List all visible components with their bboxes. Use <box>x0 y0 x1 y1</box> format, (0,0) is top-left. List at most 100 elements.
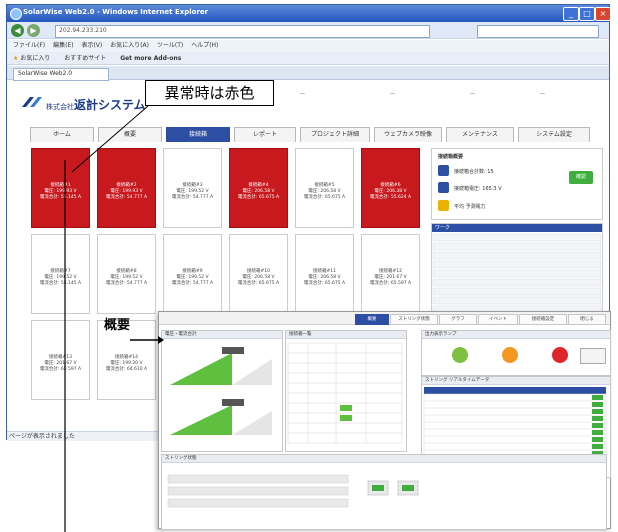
favorites-bar: ★ お気に入り おすすめサイト Get more Add-ons <box>7 52 609 65</box>
addons-link[interactable]: Get more Add-ons <box>120 55 181 62</box>
box-title: 出力表示ランプ <box>422 331 610 339</box>
junction-box-card[interactable]: 接続箱#5 電圧: 206.58 V 電流合計: 65.675 A <box>295 148 354 228</box>
popup-header: 概要 ストリング状態 グラフ イベント 接続箱設定 閉じる <box>159 312 610 325</box>
company-prefix: 株式会社 <box>46 103 74 111</box>
header-info-4: — <box>540 91 545 97</box>
gauge-charts <box>170 347 272 435</box>
alarm-lamp-box: 出力表示ランプ <box>421 330 611 376</box>
string-status-grid <box>167 474 419 508</box>
junction-list-box: 接続箱一覧 <box>285 330 407 452</box>
menu-file[interactable]: ファイル(F) <box>13 42 45 49</box>
forward-icon[interactable]: ▶ <box>27 24 40 37</box>
tab-system-settings[interactable]: システム設定 <box>518 127 590 142</box>
box-title: ストリング リアルタイムデータ <box>422 377 610 385</box>
junction-box-card[interactable]: 接続箱#11 電圧: 206.58 V 電流合計: 65.675 A <box>295 234 354 314</box>
address-row: ◀ ▶ 202.94.233.210 <box>7 22 609 39</box>
tab-overview[interactable]: 概要 <box>98 127 162 142</box>
popup-tab-overview[interactable]: 概要 <box>355 314 389 325</box>
junction-box-card[interactable]: 接続箱#8 電圧: 199.52 V 電流合計: 54.777 A <box>97 234 156 314</box>
card-current: 電流合計: 65.675 A <box>303 281 346 286</box>
menu-view[interactable]: 表示(V) <box>81 42 102 49</box>
voltage-icon <box>438 182 449 193</box>
main-nav: ホーム 概要 接続箱 レポート プロジェクト詳細 ウェブカメラ映像 メンテナンス… <box>30 127 612 142</box>
junction-box-card[interactable]: 接続箱#6 電圧: 206.38 V 電流合計: 55.624 A <box>361 148 420 228</box>
popup-tab-string-status[interactable]: ストリング状態 <box>390 314 438 325</box>
card-current: 電流合計: 54.777 A <box>171 195 214 200</box>
card-current: 電流合計: 64.610 A <box>105 367 148 372</box>
tab-junction-box[interactable]: 接続箱 <box>166 127 230 142</box>
junction-box-card[interactable]: 接続箱#4 電圧: 206.58 V 電流合計: 65.675 A <box>229 148 288 228</box>
card-current: 電流合計: 54.777 A <box>171 281 214 286</box>
popup-tab-settings[interactable]: 接続箱設定 <box>519 314 567 325</box>
menu-bar: ファイル(F) 編集(E) 表示(V) お気に入り(A) ツール(T) ヘルプ(… <box>7 40 609 52</box>
close-button[interactable]: × <box>595 7 611 21</box>
menu-tools[interactable]: ツール(T) <box>157 42 183 49</box>
tab-maintenance[interactable]: メンテナンス <box>446 127 514 142</box>
green-lamp-icon <box>452 347 468 363</box>
junction-box-card[interactable]: 接続箱#1 電圧: 199.93 V 電流合計: 55.145 A <box>31 148 90 228</box>
box-title: ストリング状態 <box>162 455 606 463</box>
card-current: 電流合計: 65.597 A <box>369 281 412 286</box>
tab-webcam[interactable]: ウェブカメラ映像 <box>374 127 442 142</box>
ie-icon <box>10 8 22 20</box>
maximize-button[interactable]: □ <box>579 7 595 21</box>
browser-tab[interactable]: SolarWise Web2.0 <box>13 68 109 81</box>
suggested-sites-link[interactable]: おすすめサイト <box>64 55 106 62</box>
minimize-button[interactable]: _ <box>563 7 579 21</box>
menu-favorites[interactable]: お気に入り(A) <box>110 42 149 49</box>
back-icon[interactable]: ◀ <box>11 24 24 37</box>
company-logo-icon <box>22 97 42 107</box>
status-line-3: 平均 予測電力 <box>454 204 486 210</box>
junction-table <box>287 342 403 444</box>
junction-box-card[interactable]: 接続箱#10 電圧: 206.58 V 電流合計: 65.675 A <box>229 234 288 314</box>
card-current: 電流合計: 55.145 A <box>39 281 82 286</box>
card-current: 電流合計: 65.675 A <box>237 195 280 200</box>
company-logo: 株式会社返計システム <box>46 96 146 113</box>
overview-popup: 概要 ストリング状態 グラフ イベント 接続箱設定 閉じる 電圧・電流合計 接続… <box>158 311 611 530</box>
tab-home[interactable]: ホーム <box>30 127 94 142</box>
popup-close-button[interactable]: 閉じる <box>568 314 606 325</box>
card-current: 電流合計: 65.597 A <box>39 367 82 372</box>
junction-box-card[interactable]: 接続箱#3 電圧: 199.52 V 電流合計: 54.777 A <box>163 148 222 228</box>
annotation-callout: 異常時は赤色 <box>145 80 274 106</box>
popup-tab-graph[interactable]: グラフ <box>439 314 477 325</box>
browser-tab-bar: SolarWise Web2.0 <box>7 66 609 81</box>
annotation-overview-label: 概要 <box>104 318 131 333</box>
status-line-1: 接続箱合計数: 15 <box>454 169 494 175</box>
junction-box-card[interactable]: 接続箱#9 電圧: 199.52 V 電流合計: 54.777 A <box>163 234 222 314</box>
card-current: 電流合計: 55.145 A <box>39 195 82 200</box>
list-rows <box>432 233 602 314</box>
work-list-panel: ワーク <box>431 223 603 315</box>
address-bar[interactable]: 202.94.233.210 <box>55 25 430 38</box>
junction-box-card[interactable]: 接続箱#13 電圧: 201.67 V 電流合計: 65.597 A <box>31 320 90 400</box>
header-info-1: — <box>300 91 305 97</box>
details-button[interactable] <box>580 348 606 364</box>
card-current: 電流合計: 65.675 A <box>237 281 280 286</box>
string-status-box: ストリング状態 <box>161 454 607 530</box>
junction-box-card[interactable]: 接続箱#2 電圧: 199.93 V 電流合計: 54.777 A <box>97 148 156 228</box>
card-current: 電流合計: 54.777 A <box>105 195 148 200</box>
confirm-button[interactable]: 確認 <box>569 171 593 184</box>
window-title: SolarWise Web2.0 - Windows Internet Expl… <box>23 8 209 16</box>
company-name: 返計システム <box>74 98 146 112</box>
status-panel: 接続箱概要 接続箱合計数: 15 接続箱電圧: 165.3 V 平均 予測電力 … <box>431 148 603 220</box>
list-header: ワーク <box>432 224 602 232</box>
search-input[interactable] <box>477 25 599 38</box>
tab-report[interactable]: レポート <box>234 127 296 142</box>
junction-box-card[interactable]: 接続箱#7 電圧: 199.52 V 電流合計: 55.145 A <box>31 234 90 314</box>
status-line-2: 接続箱電圧: 165.3 V <box>454 186 502 192</box>
orange-lamp-icon <box>502 347 518 363</box>
card-current: 電流合計: 65.675 A <box>303 195 346 200</box>
favorites-label[interactable]: お気に入り <box>20 55 50 62</box>
popup-tab-events[interactable]: イベント <box>478 314 518 325</box>
junction-box-card[interactable]: 接続箱#12 電圧: 201.67 V 電流合計: 65.597 A <box>361 234 420 314</box>
menu-edit[interactable]: 編集(E) <box>53 42 73 49</box>
header-info-2: — <box>390 91 395 97</box>
tab-project-details[interactable]: プロジェクト詳細 <box>300 127 370 142</box>
card-current: 電流合計: 55.624 A <box>369 195 412 200</box>
status-title: 接続箱概要 <box>438 154 464 160</box>
menu-help[interactable]: ヘルプ(H) <box>191 42 218 49</box>
card-current: 電流合計: 54.777 A <box>105 281 148 286</box>
box-title: 接続箱一覧 <box>286 331 406 339</box>
star-icon[interactable]: ★ <box>13 55 18 62</box>
